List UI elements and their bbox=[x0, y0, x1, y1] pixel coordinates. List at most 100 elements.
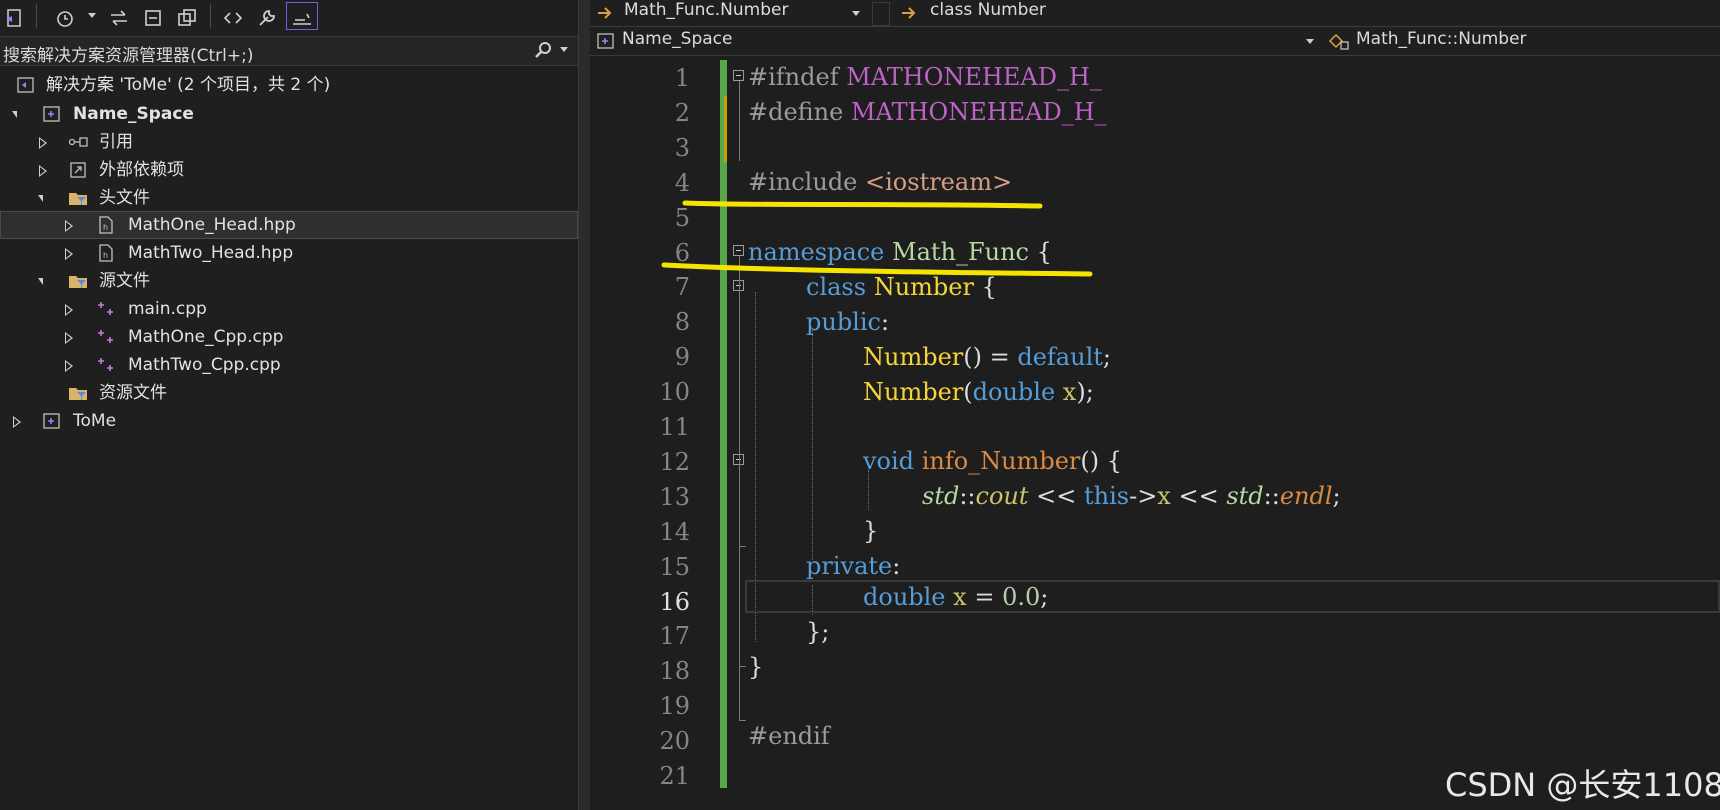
code-line-1[interactable]: #ifndef MATHONEHEAD_H_ bbox=[748, 60, 1102, 95]
code-line-4[interactable]: #include <iostream> bbox=[748, 165, 1012, 200]
nav-project-dropdown[interactable]: Name_Space bbox=[622, 29, 732, 49]
code-line-20[interactable]: #endif bbox=[748, 719, 830, 754]
line-number: 12 bbox=[659, 447, 690, 476]
code-line-8[interactable]: public: bbox=[806, 305, 889, 340]
tree-item-mathone-head[interactable]: h MathOne_Head.hpp bbox=[0, 211, 578, 239]
line-number: 14 bbox=[659, 517, 690, 546]
line-number: 1 bbox=[674, 64, 690, 92]
wrench-icon[interactable] bbox=[254, 2, 280, 30]
collapse-arrow-icon[interactable] bbox=[62, 323, 76, 351]
code-view-icon[interactable] bbox=[220, 2, 246, 30]
line-number: 10 bbox=[659, 378, 690, 407]
tree-item-references[interactable]: 引用 bbox=[0, 128, 578, 156]
collapse-arrow-icon[interactable] bbox=[36, 156, 50, 184]
line-number: 9 bbox=[674, 343, 690, 372]
change-tracking-bar bbox=[720, 60, 727, 788]
fold-guide bbox=[739, 546, 746, 547]
watermark: CSDN @长安1108 bbox=[1445, 766, 1720, 804]
solution-explorer-toolbar bbox=[0, 0, 578, 34]
code-line-10[interactable]: Number(double x); bbox=[863, 375, 1094, 410]
cpp-file-icon bbox=[98, 302, 113, 315]
expand-arrow-icon[interactable] bbox=[36, 267, 50, 295]
collapse-arrow-icon[interactable] bbox=[10, 407, 24, 435]
line-number: 6 bbox=[674, 238, 690, 267]
nav-symbol-dropdown[interactable]: Math_Func::Number bbox=[1356, 29, 1527, 49]
tree-item-mathtwo-head[interactable]: h MathTwo_Head.hpp bbox=[0, 239, 578, 267]
unsaved-change-marker bbox=[724, 96, 727, 162]
fold-toggle-icon[interactable] bbox=[733, 245, 744, 256]
code-line-15[interactable]: private: bbox=[806, 549, 900, 584]
code-line-18[interactable]: } bbox=[748, 650, 763, 685]
copy-icon[interactable] bbox=[174, 2, 200, 30]
cpp-file-icon bbox=[98, 330, 113, 343]
preview-icon[interactable] bbox=[286, 2, 318, 30]
tree-label: 头文件 bbox=[99, 188, 150, 208]
line-number: 7 bbox=[674, 273, 690, 302]
search-options-chevron-icon[interactable] bbox=[560, 47, 568, 52]
project-icon bbox=[597, 33, 614, 49]
split-scroll-button[interactable] bbox=[872, 2, 890, 26]
tree-item-solution[interactable]: 解决方案 'ToMe' (2 个项目，共 2 个) bbox=[0, 71, 578, 99]
tree-label: MathTwo_Head.hpp bbox=[128, 243, 294, 263]
project-icon bbox=[43, 413, 60, 429]
code-line-16[interactable]: double x = 0.0; bbox=[863, 580, 1048, 615]
tree-label: 资源文件 bbox=[99, 383, 167, 403]
arrow-right-icon bbox=[902, 7, 916, 19]
solution-icon[interactable] bbox=[2, 2, 28, 30]
code-line-13[interactable]: std::cout << this->x << std::endl; bbox=[922, 479, 1341, 514]
collapse-arrow-icon[interactable] bbox=[62, 351, 76, 379]
nav-member-dropdown[interactable]: class Number bbox=[930, 0, 1046, 20]
code-line-7[interactable]: class Number { bbox=[806, 270, 997, 305]
tree-label: 外部依赖项 bbox=[99, 160, 184, 180]
code-line-6[interactable]: namespace Math_Func { bbox=[748, 235, 1052, 270]
chevron-down-icon[interactable] bbox=[1306, 39, 1314, 44]
code-line-14[interactable]: } bbox=[863, 514, 878, 549]
code-line-2[interactable]: #define MATHONEHEAD_H_ bbox=[748, 95, 1107, 130]
line-number: 3 bbox=[674, 133, 690, 162]
collapse-arrow-icon[interactable] bbox=[62, 211, 76, 239]
tree-item-header-files[interactable]: 头文件 bbox=[0, 184, 578, 212]
editor-navigation-bar: Math_Func.Number class Number bbox=[590, 0, 1720, 27]
tree-item-external-deps[interactable]: 外部依赖项 bbox=[0, 156, 578, 184]
solution-icon bbox=[17, 77, 34, 93]
collapse-arrow-icon[interactable] bbox=[62, 295, 76, 323]
solution-explorer-panel: 搜索解决方案资源管理器(Ctrl+;) 解决方案 'ToMe' (2 个项目，共… bbox=[0, 0, 578, 810]
header-file-icon: h bbox=[99, 216, 113, 234]
line-number: 17 bbox=[659, 622, 690, 651]
collapse-arrow-icon[interactable] bbox=[62, 239, 76, 267]
tree-label: ToMe bbox=[73, 411, 117, 431]
indent-guide bbox=[812, 330, 813, 560]
collapse-arrow-icon[interactable] bbox=[36, 128, 50, 156]
chevron-down-icon[interactable] bbox=[88, 13, 96, 18]
tree-item-source-files[interactable]: 源文件 bbox=[0, 267, 578, 295]
code-line-17[interactable]: }; bbox=[806, 615, 829, 650]
tree-item-mathone-cpp[interactable]: MathOne_Cpp.cpp bbox=[0, 323, 578, 351]
tree-item-project-tome[interactable]: ToMe bbox=[0, 407, 578, 435]
collapse-icon[interactable] bbox=[140, 2, 166, 30]
expand-arrow-icon[interactable] bbox=[10, 100, 24, 128]
code-line-12[interactable]: void info_Number() { bbox=[863, 444, 1122, 479]
tree-label: main.cpp bbox=[128, 299, 207, 319]
search-icon[interactable] bbox=[533, 40, 553, 60]
code-line-9[interactable]: Number() = default; bbox=[863, 340, 1111, 375]
header-file-icon: h bbox=[99, 244, 113, 262]
tree-item-project-name-space[interactable]: Name_Space bbox=[0, 100, 578, 128]
chevron-down-icon[interactable] bbox=[852, 11, 860, 16]
fold-toggle-icon[interactable] bbox=[733, 70, 744, 81]
svg-text:h: h bbox=[103, 251, 108, 260]
tree-label: 解决方案 'ToMe' (2 个项目，共 2 个) bbox=[46, 75, 331, 95]
search-input[interactable]: 搜索解决方案资源管理器(Ctrl+;) bbox=[3, 41, 253, 66]
line-number: 11 bbox=[659, 413, 690, 441]
sync-icon[interactable] bbox=[106, 2, 132, 30]
tree-item-mathtwo-cpp[interactable]: MathTwo_Cpp.cpp bbox=[0, 351, 578, 379]
history-icon[interactable] bbox=[52, 2, 78, 30]
arrow-right-icon bbox=[598, 7, 612, 19]
tree-item-resource-files[interactable]: 资源文件 bbox=[0, 379, 578, 407]
nav-scope-dropdown[interactable]: Math_Func.Number bbox=[624, 0, 788, 20]
search-bar[interactable]: 搜索解决方案资源管理器(Ctrl+;) bbox=[0, 36, 578, 66]
filter-folder-icon bbox=[69, 193, 87, 205]
expand-arrow-icon[interactable] bbox=[36, 184, 50, 212]
tree-label: MathOne_Cpp.cpp bbox=[128, 327, 284, 347]
tree-item-main-cpp[interactable]: main.cpp bbox=[0, 295, 578, 323]
tree-label: MathOne_Head.hpp bbox=[128, 215, 296, 235]
